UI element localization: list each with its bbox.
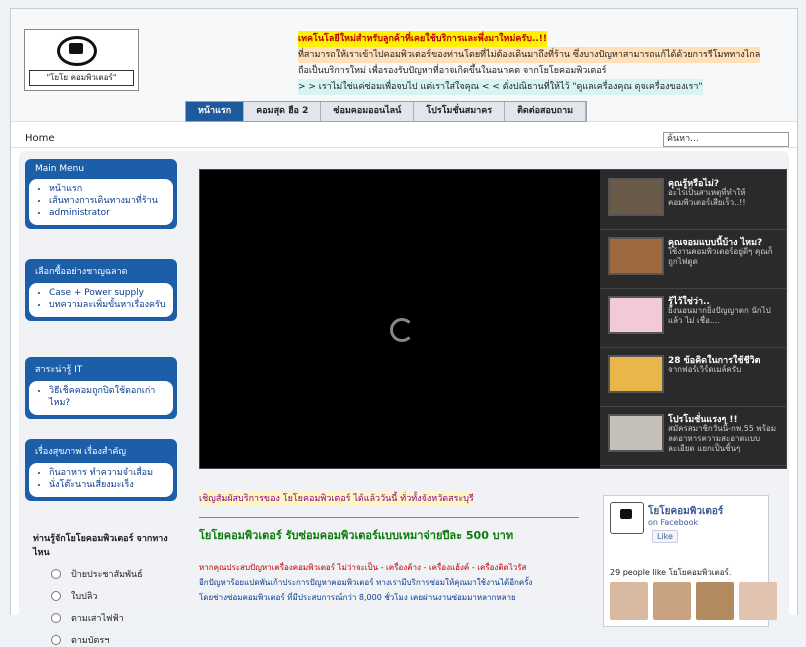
thumbnail-image <box>608 237 664 275</box>
radio-icon[interactable] <box>51 613 61 623</box>
facebook-face-avatar[interactable] <box>653 582 691 620</box>
loading-spinner-icon <box>390 318 414 342</box>
nav-contact[interactable]: ติดต่อสอบถาม <box>505 102 587 121</box>
main-nav: หน้าแรก คอมสุด ฮือ 2 ซ่อมคอมออนไลน์ โปรโ… <box>185 101 588 122</box>
menu-item-health-1[interactable]: กินอาหาร ทำความจำเสื่อม <box>49 467 167 479</box>
promo-text: เทคโนโลยีใหม่สำหรับลูกค้าที่เคยใช้บริการ… <box>298 31 778 95</box>
nav-promotion[interactable]: โปรโมชั่นสมาคร <box>414 102 506 121</box>
article-line-2: อีกปัญหาร้อยแปดพันเก้าประการปัญหาคอมพิวเ… <box>199 578 533 587</box>
module-title: เรื่องสุขภาพ เรื่องสำคัญ <box>35 447 127 457</box>
poll-option[interactable]: ใบปลิว <box>51 589 183 603</box>
facebook-widget: โยโยคอมพิวเตอร์ on Facebook Like 29 peop… <box>603 495 777 627</box>
menu-item-home[interactable]: หน้าแรก <box>49 183 167 195</box>
article-body: หากคุณประสบปัญหาเครื่องคอมพิวเตอร์ ไม่ว่… <box>199 560 589 605</box>
main-article: เชิญสัมผัสบริการของ โยโยคอมพิวเตอร์ ได้แ… <box>199 491 589 605</box>
menu-item-it-tip[interactable]: วิธีเช็คคอมถูกปิดใช้ดอกเก่าไหม? <box>49 385 167 409</box>
slider-item[interactable]: คุณรู้หรือไม่? อะไรเป็นสาเหตุที่ทำให้คอม… <box>600 170 786 230</box>
breadcrumb-bar: Home ค้นหา... <box>11 131 797 148</box>
poll: ท่านรู้จักโยโยคอมพิวเตอร์ จากทางไหน ป้าย… <box>33 531 183 647</box>
poll-option[interactable]: ตามบัตรฯ <box>51 633 183 647</box>
poll-question: ท่านรู้จักโยโยคอมพิวเตอร์ จากทางไหน <box>33 534 168 558</box>
slider-item-desc: ยิ่งนอนมากยิ่งปัญญาตก นักไปแล้ว ไม่ เชื่… <box>668 306 771 325</box>
facebook-face-avatar[interactable] <box>739 582 777 620</box>
facebook-like-button[interactable]: Like <box>652 530 678 543</box>
module-health: เรื่องสุขภาพ เรื่องสำคัญ กินอาหาร ทำความ… <box>25 439 177 501</box>
slider-item[interactable]: 28 ข้อคิดในการใช้ชีวิต จากฟอร์เวิร์ดเมล์… <box>600 347 786 407</box>
thumbnail-image <box>608 414 664 452</box>
slider-thumbnails: คุณรู้หรือไม่? อะไรเป็นสาเหตุที่ทำให้คอม… <box>600 170 786 468</box>
logo-caption: "โยโย คอมพิวเตอร์" <box>29 70 134 86</box>
promo-line-2: ที่สามารถให้เราเข้าไปคอมพิวเตอร์ของท่านโ… <box>298 47 761 63</box>
slider-item-desc: จากฟอร์เวิร์ดเมล์ครับ <box>668 365 742 374</box>
radio-icon[interactable] <box>51 635 61 645</box>
module-it-knowledge: สาระน่ารู้ IT วิธีเช็คคอมถูกปิดใช้ดอกเก่… <box>25 357 177 419</box>
page: "โยโย คอมพิวเตอร์" เทคโนโลยีใหม่สำหรับลู… <box>10 8 798 646</box>
computer-icon <box>57 36 97 66</box>
menu-item-directions[interactable]: เส้นทางการเดินทางมาที่ร้าน <box>49 195 167 207</box>
site-logo[interactable]: "โยโย คอมพิวเตอร์" <box>24 29 139 91</box>
module-title: เลือกซื้ออย่างชาญฉลาด <box>35 267 128 277</box>
radio-icon[interactable] <box>51 591 61 601</box>
thumbnail-image <box>608 296 664 334</box>
promo-line-4: > > เราไม่ใช่แค่ซ่อมเพื่อจบไป แต่เราใส่ใ… <box>298 79 703 95</box>
module-main-menu: Main Menu หน้าแรก เส้นทางการเดินทางมาที่… <box>25 159 177 229</box>
facebook-face-avatar[interactable] <box>696 582 734 620</box>
nav-computer[interactable]: คอมสุด ฮือ 2 <box>244 102 322 121</box>
poll-option-label: ตามบัตรฯ <box>71 636 110 646</box>
article-line-1: หากคุณประสบปัญหาเครื่องคอมพิวเตอร์ ไม่ว่… <box>199 563 527 572</box>
radio-icon[interactable] <box>51 569 61 579</box>
menu-item-admin[interactable]: administrator <box>49 207 167 219</box>
thumbnail-image <box>608 178 664 216</box>
poll-option-label: ตามเสาไฟฟ้า <box>71 614 124 624</box>
poll-option-label: ป้ายประชาสัมพันธ์ <box>71 570 143 580</box>
promo-line-1: เทคโนโลยีใหม่สำหรับลูกค้าที่เคยใช้บริการ… <box>298 31 547 47</box>
module-buying-guide: เลือกซื้ออย่างชาญฉลาด Case + Power suppl… <box>25 259 177 321</box>
header: "โยโย คอมพิวเตอร์" เทคโนโลยีใหม่สำหรับลู… <box>11 9 797 122</box>
slider-item-desc: อะไรเป็นสาเหตุที่ทำให้คอมพิวเตอร์เสียเร็… <box>668 188 746 207</box>
module-title: สาระน่ารู้ IT <box>35 365 83 375</box>
facebook-page-name[interactable]: โยโยคอมพิวเตอร์ <box>648 504 723 519</box>
facebook-faces <box>610 582 777 620</box>
featured-slider[interactable]: คุณรู้หรือไม่? อะไรเป็นสาเหตุที่ทำให้คอม… <box>199 169 787 469</box>
menu-item-article[interactable]: บทความละเพิ่มขั้นหาเรื่องครับ <box>49 299 167 311</box>
invite-text: เชิญสัมผัสบริการของ โยโยคอมพิวเตอร์ ได้แ… <box>199 491 474 505</box>
slider-item[interactable]: รู้ไว้ใช่ว่า.. ยิ่งนอนมากยิ่งปัญญาตก นัก… <box>600 288 786 348</box>
content-area: Main Menu หน้าแรก เส้นทางการเดินทางมาที่… <box>19 151 789 646</box>
poll-option[interactable]: ป้ายประชาสัมพันธ์ <box>51 567 183 581</box>
module-title: Main Menu <box>35 164 85 174</box>
poll-option[interactable]: ตามเสาไฟฟ้า <box>51 611 183 625</box>
slider-item-desc: สมัครสมาชิกวันนี้-กพ.55 พร้อมลดอาหารความ… <box>668 424 777 453</box>
poll-option-label: ใบปลิว <box>71 592 98 602</box>
search-input[interactable]: ค้นหา... <box>663 132 789 147</box>
thumbnail-image <box>608 355 664 393</box>
menu-item-health-2[interactable]: นั่งโต๊ะนานเสี่ยงมะเร็ง <box>49 479 167 491</box>
facebook-on-label: on Facebook <box>648 518 699 527</box>
article-line-3: โดยช่างซ่อมคอมพิวเตอร์ ที่มีประสบการณ์กว… <box>199 593 516 602</box>
divider <box>199 517 579 518</box>
nav-online-repair[interactable]: ซ่อมคอมออนไลน์ <box>321 102 415 121</box>
menu-item-case[interactable]: Case + Power supply <box>49 287 167 299</box>
facebook-face-avatar[interactable] <box>610 582 648 620</box>
facebook-like-count: 29 people like โยโยคอมพิวเตอร์. <box>610 568 732 577</box>
facebook-avatar[interactable] <box>610 502 644 534</box>
slider-item[interactable]: โปรโมชั่นแรงๆ !! สมัครสมาชิกวันนี้-กพ.55… <box>600 406 786 466</box>
article-headline: โยโยคอมพิวเตอร์ รับซ่อมคอมพิวเตอร์แบบเหม… <box>199 529 514 542</box>
slider-item-desc: ใช้งานคอมพิวเตอร์อยู่ดีๆ คุณก็ถูกไฟดูด <box>668 247 773 266</box>
slider-item[interactable]: คุณจอมแบบนี้บ้าง ไหม? ใช้งานคอมพิวเตอร์อ… <box>600 229 786 289</box>
breadcrumb[interactable]: Home <box>25 133 55 144</box>
nav-home[interactable]: หน้าแรก <box>186 102 245 121</box>
promo-line-3: ถือเป็นบริการใหม่ เพื่อรองรับปัญหาที่อาจ… <box>298 66 607 76</box>
